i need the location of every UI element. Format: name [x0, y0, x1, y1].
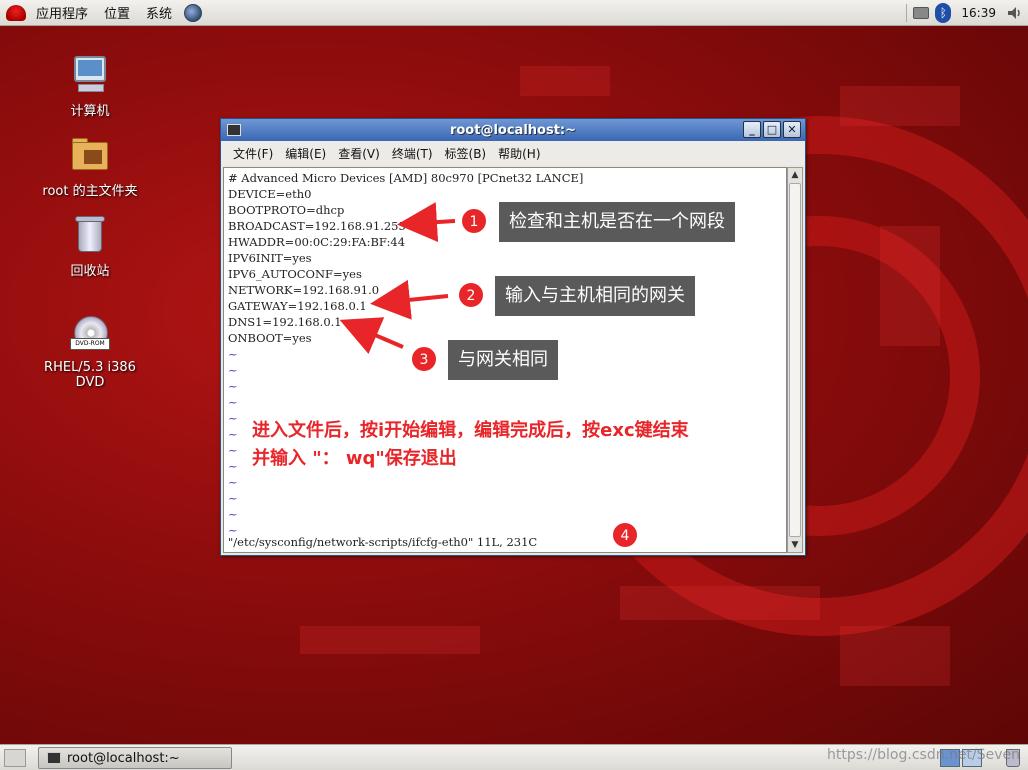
volume-icon[interactable] [1006, 5, 1022, 21]
maximize-button[interactable]: □ [763, 121, 781, 138]
scrollbar-thumb[interactable] [789, 183, 801, 537]
web-browser-launcher-icon[interactable] [184, 3, 203, 22]
terminal-window[interactable]: root@localhost:~ _ □ ✕ 文件(F) 编辑(E) 查看(V)… [220, 118, 806, 556]
vim-status-line: "/etc/sysconfig/network-scripts/ifcfg-et… [228, 535, 538, 549]
computer-icon [70, 54, 110, 94]
desktop-icon-label: 计算机 [70, 104, 110, 119]
watermark: https://blog.csdn.net/Seven [826, 747, 1020, 763]
step-badge-1: 1 [461, 208, 487, 234]
step-badge-4: 4 [612, 522, 638, 548]
top-menu: 应用程序 位置 系统 [0, 0, 203, 25]
dvd-icon: DVD-ROM [70, 314, 110, 354]
menu-places[interactable]: 位置 [96, 3, 138, 22]
terminal-line: # Advanced Micro Devices [AMD] 80c970 [P… [228, 171, 584, 185]
system-tray: ᛒ 16:39 [906, 0, 1028, 26]
taskbar-button-label: root@localhost:~ [67, 750, 180, 766]
trash-icon [70, 214, 110, 254]
window-titlebar[interactable]: root@localhost:~ _ □ ✕ [221, 119, 805, 141]
desktop-icon-trash[interactable]: 回收站 [30, 214, 150, 279]
menu-view[interactable]: 查看(V) [332, 145, 386, 162]
tilde-line: ~ [228, 379, 238, 393]
step-badge-2: 2 [458, 282, 484, 308]
terminal-icon [47, 752, 61, 764]
window-title: root@localhost:~ [449, 122, 577, 138]
terminal-menubar: 文件(F) 编辑(E) 查看(V) 终端(T) 标签(B) 帮助(H) [221, 141, 805, 165]
instruction-note-line1: 进入文件后，按i开始编辑，编辑完成后，按exc键结束 [252, 420, 689, 441]
scroll-down-arrow-icon[interactable]: ▼ [788, 538, 802, 552]
desktop-icon-home[interactable]: root 的主文件夹 [30, 134, 150, 199]
step-badge-3: 3 [411, 346, 437, 372]
menu-edit[interactable]: 编辑(E) [279, 145, 332, 162]
callout-1: 检查和主机是否在一个网段 [499, 202, 735, 242]
bottom-panel: root@localhost:~ https://blog.csdn.net/S… [0, 744, 1028, 770]
terminal-line: DEVICE=eth0 [228, 187, 312, 201]
taskbar-button-terminal[interactable]: root@localhost:~ [38, 747, 232, 769]
tilde-line: ~ [228, 491, 238, 505]
callout-2: 输入与主机相同的网关 [495, 276, 695, 316]
instruction-note-line2: 并输入 "： wq"保存退出 [252, 448, 457, 469]
menu-terminal[interactable]: 终端(T) [386, 145, 439, 162]
clock[interactable]: 16:39 [957, 6, 1000, 20]
menu-system[interactable]: 系统 [138, 3, 180, 22]
menu-file[interactable]: 文件(F) [227, 145, 279, 162]
redhat-logo-icon[interactable] [6, 4, 26, 21]
home-folder-icon [70, 134, 110, 174]
tilde-line: ~ [228, 475, 238, 489]
desktop-icon-dvd[interactable]: DVD-ROM RHEL/5.3 i386 DVD [30, 314, 150, 390]
show-desktop-icon[interactable] [4, 749, 26, 767]
network-icon[interactable] [913, 7, 930, 19]
menu-tabs[interactable]: 标签(B) [439, 145, 493, 162]
dvd-disc-label: DVD-ROM [70, 338, 110, 350]
bluetooth-icon[interactable]: ᛒ [935, 3, 952, 23]
top-panel: 应用程序 位置 系统 ᛒ 16:39 [0, 0, 1028, 26]
callout-3: 与网关相同 [448, 340, 558, 380]
tilde-line: ~ [228, 507, 238, 521]
desktop-icon-label: RHEL/5.3 i386 DVD [44, 360, 136, 390]
desktop-icon-computer[interactable]: 计算机 [30, 54, 150, 119]
close-button[interactable]: ✕ [783, 121, 801, 138]
desktop-icon-label: root 的主文件夹 [42, 184, 138, 199]
minimize-button[interactable]: _ [743, 121, 761, 138]
terminal-line: DNS1=192.168.0.1 [228, 315, 342, 329]
menu-applications[interactable]: 应用程序 [28, 3, 96, 22]
tray-separator [906, 4, 908, 22]
menu-help[interactable]: 帮助(H) [492, 145, 546, 162]
scroll-up-arrow-icon[interactable]: ▲ [788, 168, 802, 182]
tilde-line: ~ [228, 395, 238, 409]
desktop-icon-label: 回收站 [70, 264, 110, 279]
terminal-line: IPV6INIT=yes [228, 251, 312, 265]
terminal-scrollbar[interactable]: ▲ ▼ [787, 167, 803, 553]
window-controls: _ □ ✕ [743, 121, 801, 138]
